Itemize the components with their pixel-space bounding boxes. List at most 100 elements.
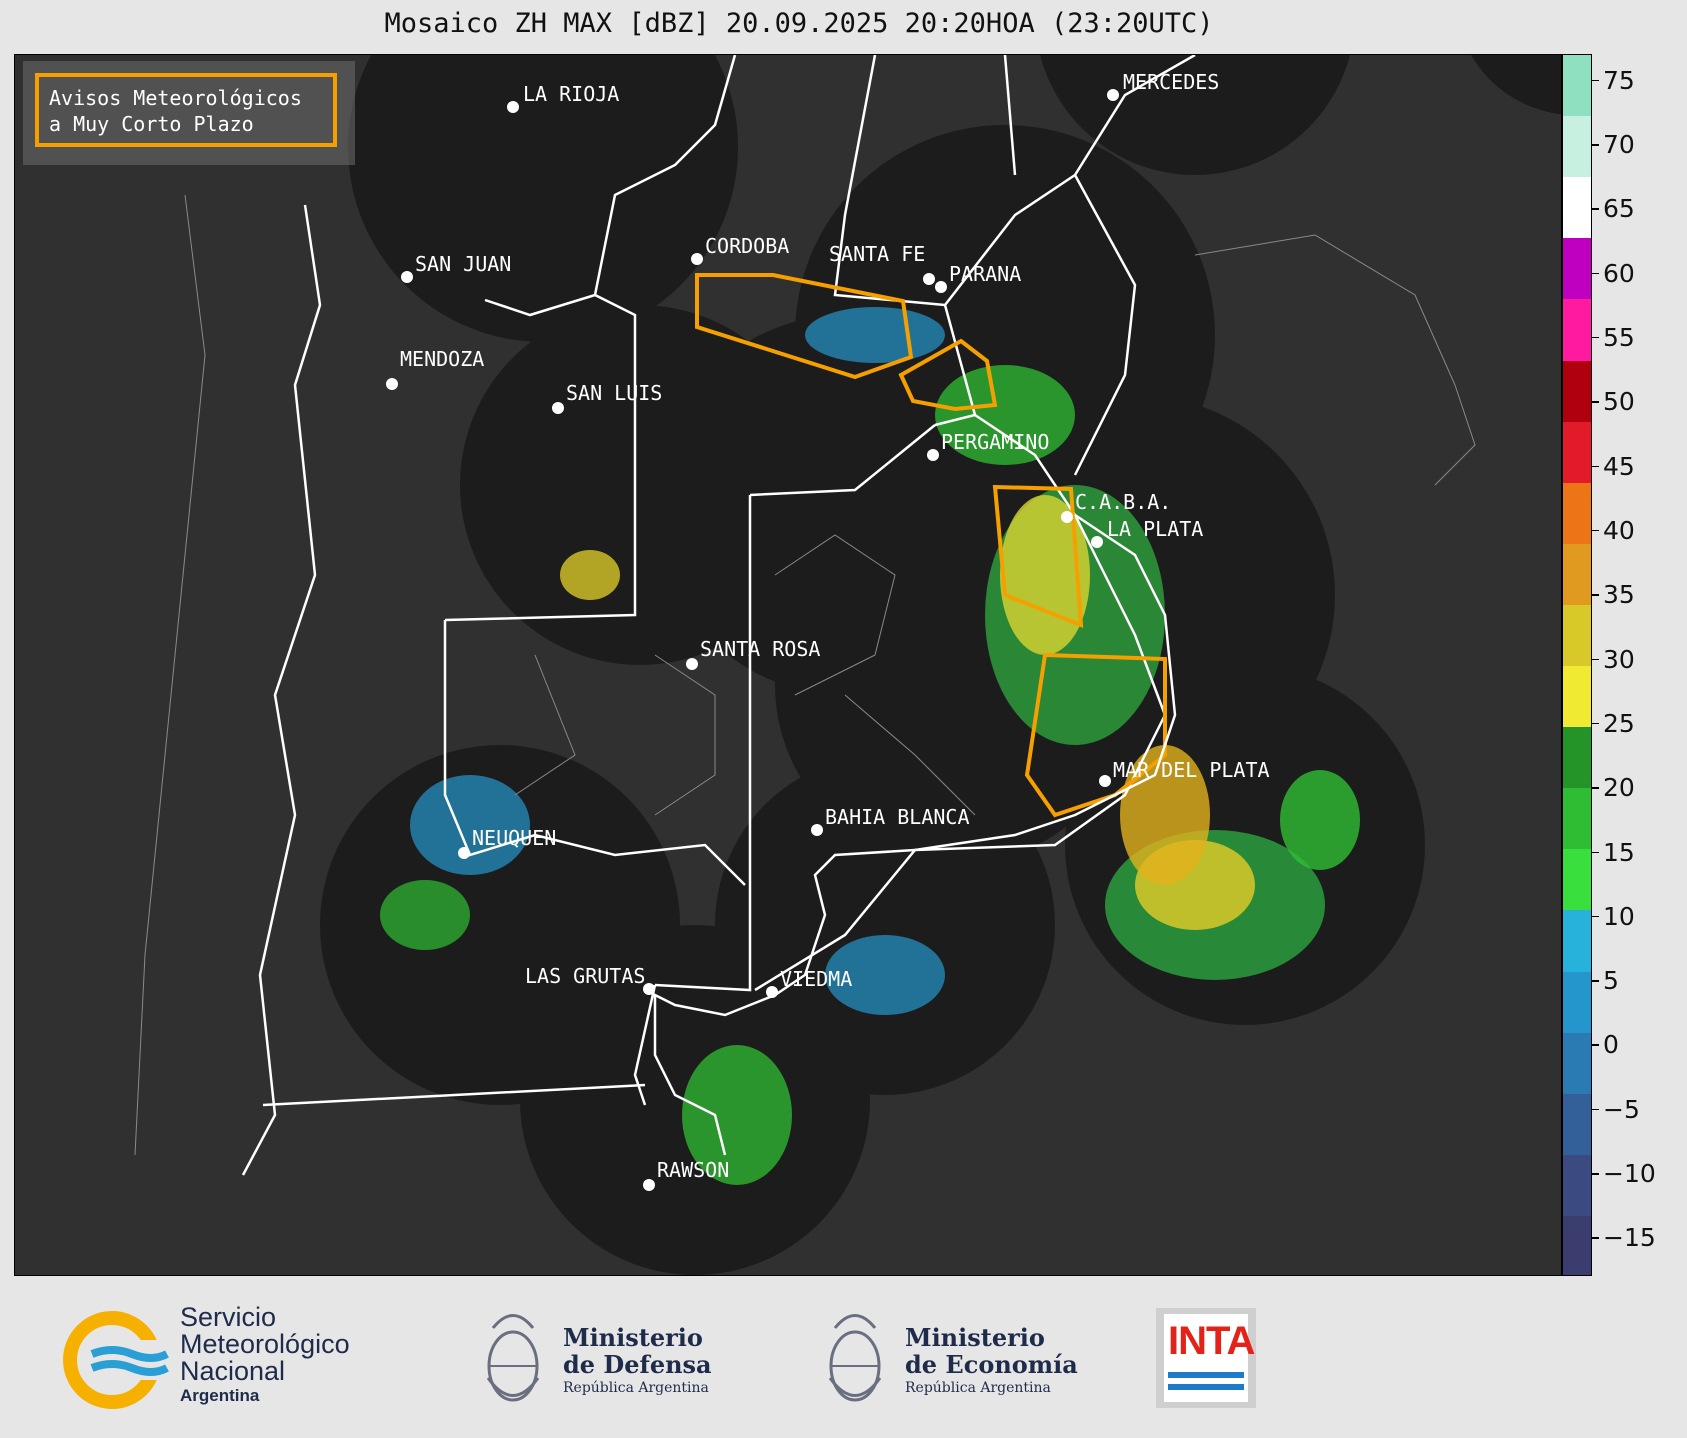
smn-line2: Meteorológico [180,1329,350,1359]
colorbar-segment [1563,360,1591,423]
footer-logos: Servicio Meteorológico Nacional Argentin… [0,1276,1687,1438]
colorbar-tick-label: 25 [1603,708,1635,738]
colorbar-tick-label: 75 [1603,65,1635,95]
colorbar-tick-mark [1592,336,1599,339]
inta-stripe [1168,1384,1244,1390]
colorbar-tick-mark [1592,594,1599,596]
city-dot [686,658,698,670]
colorbar-tick-mark [1592,1108,1599,1111]
radar-map[interactable]: LA RIOJA MERCEDES SAN JUAN CORDOBA SANTA FE P… [14,54,1562,1276]
colorbar-tick-label: 20 [1603,773,1635,803]
colorbar-tick-mark [1592,1173,1599,1175]
colorbar-segment [1563,727,1591,790]
colorbar-segment [1563,482,1591,545]
colorbar-tick-label: 55 [1603,322,1635,352]
city-dot [691,253,703,265]
colorbar-segment [1563,1093,1591,1156]
smn-name: Servicio Meteorológico Nacional Argentin… [180,1304,350,1407]
inta-stripe [1168,1372,1244,1378]
city-dot [923,273,935,285]
inta-logo-panel: INTA [1164,1314,1255,1402]
city-dot [643,1179,655,1191]
city-label: LA RIOJA [523,82,619,106]
colorbar-tick-label: 5 [1603,966,1619,996]
colorbar-tick-label: 65 [1603,194,1635,224]
warning-legend: Avisos Meteorológicos a Muy Corto Plazo [23,61,355,165]
inta-text: INTA [1168,1319,1255,1363]
colorbar-tick-label: −15 [1603,1223,1656,1253]
city-label: C.A.B.A. [1075,490,1171,514]
city-label: MENDOZA [400,347,484,371]
colorbar-segment [1563,604,1591,667]
city-dot [935,281,947,293]
colorbar-ticks: 75 70 65 60 55 50 45 40 35 30 25 20 15 10 5 0 −5 −10 −15 [1592,54,1687,1276]
colorbar-segment [1563,849,1591,912]
map-title: Mosaico ZH MAX [dBZ] 20.09.2025 20:20HOA… [384,8,1214,39]
colorbar-segment [1563,116,1591,179]
ministerio-economia: Ministerio de Economía República Argenti… [905,1324,1078,1398]
colorbar-tick-mark [1592,79,1599,82]
colorbar-tick-label: 10 [1603,901,1635,931]
warning-legend-line2: a Muy Corto Plazo [49,112,254,136]
city-dot [507,101,519,113]
colorbar-tick-mark [1592,465,1599,468]
coat-of-arms-icon [486,1314,540,1402]
colorbar-tick-mark [1592,658,1599,661]
colorbar-tick-mark [1592,144,1599,146]
colorbar-segment [1563,788,1591,851]
colorbar-tick-label: 15 [1603,837,1635,867]
city-label: MERCEDES [1123,70,1219,94]
colorbar-tick-mark [1592,980,1599,982]
colorbar-tick-label: −10 [1603,1159,1656,1189]
city-label: PARANA [949,262,1021,286]
city-dot [927,449,939,461]
city-dot [386,378,398,390]
colorbar-segment [1563,910,1591,973]
city-dot [1099,775,1111,787]
city-label: SANTA ROSA [700,637,820,661]
city-dot [1061,511,1073,523]
colorbar-tick-label: 0 [1603,1030,1619,1060]
smn-country: Argentina [180,1386,260,1405]
colorbar-tick-label: 70 [1603,130,1635,160]
colorbar-segment [1563,543,1591,606]
city-label: VIEDMA [780,967,852,991]
defensa-line2: de Defensa [563,1350,712,1379]
city-dot [552,402,564,414]
reflectivity-colorbar [1562,54,1592,1276]
city-label: SAN LUIS [566,381,662,405]
city-label: SAN JUAN [415,252,511,276]
city-label: RAWSON [657,1158,729,1182]
colorbar-segment [1563,238,1591,301]
colorbar-segment [1563,1032,1591,1095]
colorbar-tick-label: 60 [1603,258,1635,288]
colorbar-segment [1563,177,1591,240]
colorbar-segment [1563,1215,1591,1275]
city-label: SANTA FE [829,242,925,266]
economia-sub: República Argentina [905,1380,1051,1396]
colorbar-segment [1563,1154,1591,1217]
warning-legend-line1: Avisos Meteorológicos [49,86,302,110]
colorbar-segment [1563,299,1591,362]
colorbar-tick-mark [1592,1044,1599,1046]
colorbar-tick-label: 50 [1603,387,1635,417]
warning-legend-frame: Avisos Meteorológicos a Muy Corto Plazo [35,73,337,147]
radar-map-canvas: LA RIOJA MERCEDES SAN JUAN CORDOBA SANTA FE P… [15,55,1561,1275]
colorbar-segment [1563,666,1591,729]
colorbar-segment [1563,421,1591,484]
ministerio-defensa: Ministerio de Defensa República Argentin… [563,1324,712,1398]
inta-logo: INTA [1156,1308,1256,1408]
colorbar-tick-label: −5 [1603,1094,1640,1124]
colorbar-tick-mark [1592,401,1599,403]
smn-logo-icon [63,1311,172,1409]
colorbar-tick-mark [1592,915,1599,918]
defensa-sub: República Argentina [563,1380,709,1396]
colorbar-tick-label: 40 [1603,515,1635,545]
colorbar-segment [1563,55,1591,118]
colorbar-tick-label: 35 [1603,580,1635,610]
colorbar-tick-mark [1592,208,1599,210]
colorbar-segment [1563,971,1591,1034]
colorbar-tick-mark [1592,787,1599,789]
smn-line1: Servicio [180,1302,277,1332]
city-dot [811,824,823,836]
